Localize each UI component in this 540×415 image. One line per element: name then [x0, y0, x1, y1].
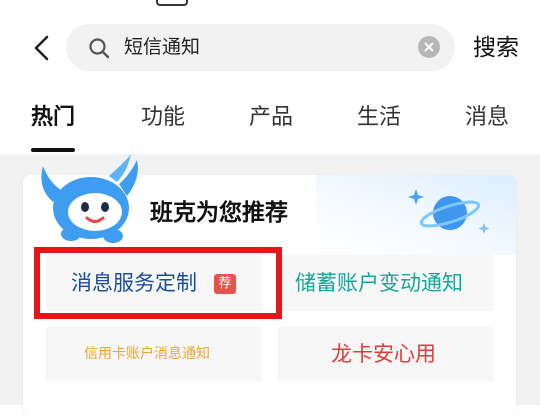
status-bar-icon: [156, 0, 188, 6]
recommend-item-label: 信用卡账户消息通知: [84, 346, 210, 362]
category-tabs: 热门 功能 产品 生活 消息: [0, 96, 540, 154]
recommend-title: 班克为您推荐: [150, 200, 288, 226]
tab-product[interactable]: 产品: [249, 102, 293, 134]
search-query-text: 短信通知: [124, 36, 201, 58]
recommend-item-card-safety[interactable]: 龙卡安心用: [278, 326, 494, 382]
tab-message[interactable]: 消息: [465, 102, 509, 134]
search-button[interactable]: 搜索: [473, 32, 519, 64]
recommend-item-savings-notice[interactable]: 储蓄账户变动通知: [278, 255, 494, 311]
recommend-item-label: 龙卡安心用: [331, 342, 436, 366]
search-input[interactable]: 短信通知: [66, 24, 455, 71]
highlight-box: [34, 247, 282, 319]
tab-function[interactable]: 功能: [141, 102, 185, 134]
tab-hot[interactable]: 热门: [31, 102, 75, 134]
mascot-icon: [41, 154, 138, 243]
back-button[interactable]: [24, 30, 60, 66]
planet-icon: [408, 189, 490, 234]
recommend-item-credit-card-notice[interactable]: 信用卡账户消息通知: [46, 326, 262, 382]
tab-life[interactable]: 生活: [357, 102, 401, 134]
search-icon: [89, 38, 110, 59]
back-arrow-icon: [34, 35, 49, 61]
recommend-item-label: 储蓄账户变动通知: [295, 271, 463, 295]
clear-icon[interactable]: [418, 36, 440, 58]
